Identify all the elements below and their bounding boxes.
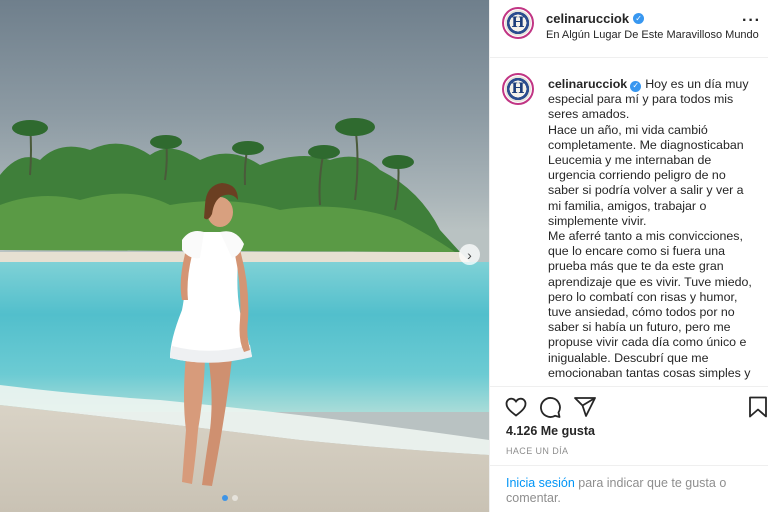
location-link[interactable]: En Algún Lugar De Este Maravilloso Mundo xyxy=(546,29,759,41)
more-options-icon[interactable]: ··· xyxy=(742,12,761,30)
username-link[interactable]: celinarucciok xyxy=(546,11,629,26)
chevron-right-icon: › xyxy=(467,246,472,263)
carousel-dot-active xyxy=(222,495,228,501)
carousel-dot xyxy=(232,495,238,501)
next-slide-button[interactable]: › xyxy=(459,244,480,265)
avatar-image: H xyxy=(505,76,531,102)
verified-badge-icon: ✓ xyxy=(633,13,645,24)
caption-username-link[interactable]: celinarucciok xyxy=(548,77,627,91)
action-bar xyxy=(490,386,768,426)
caption-avatar[interactable]: H xyxy=(502,73,534,105)
post-timestamp[interactable]: HACE UN DÍA xyxy=(506,446,568,456)
verified-badge-icon: ✓ xyxy=(630,80,642,92)
comment-icon[interactable] xyxy=(538,395,562,419)
carousel-indicator xyxy=(222,495,238,501)
bookmark-icon[interactable] xyxy=(746,395,768,419)
avatar[interactable]: H xyxy=(502,7,534,39)
caption-scroll-area[interactable]: H celinarucciok ✓ Hoy es un día muy especi… xyxy=(490,58,768,386)
avatar-image: H xyxy=(505,10,531,36)
share-icon[interactable] xyxy=(573,395,597,419)
login-link[interactable]: Inicia sesión xyxy=(506,476,575,490)
heart-icon[interactable] xyxy=(504,395,528,419)
caption: celinarucciok ✓ Hoy es un día muy especial… xyxy=(548,77,758,381)
beach-photo-illustration xyxy=(0,118,489,512)
caption-text: Hoy es un día muy especial para mí y par… xyxy=(548,77,752,380)
post-header: H celinarucciok ✓ En Algún Lugar De Este… xyxy=(490,0,768,58)
header-user-row: celinarucciok ✓ xyxy=(546,11,645,26)
post-details-panel: H celinarucciok ✓ En Algún Lugar De Este… xyxy=(489,0,768,512)
post-photo[interactable]: › xyxy=(0,0,489,512)
likes-count[interactable]: 4.126 Me gusta xyxy=(506,424,595,438)
login-prompt: Inicia sesión para indicar que te gusta … xyxy=(490,465,768,512)
